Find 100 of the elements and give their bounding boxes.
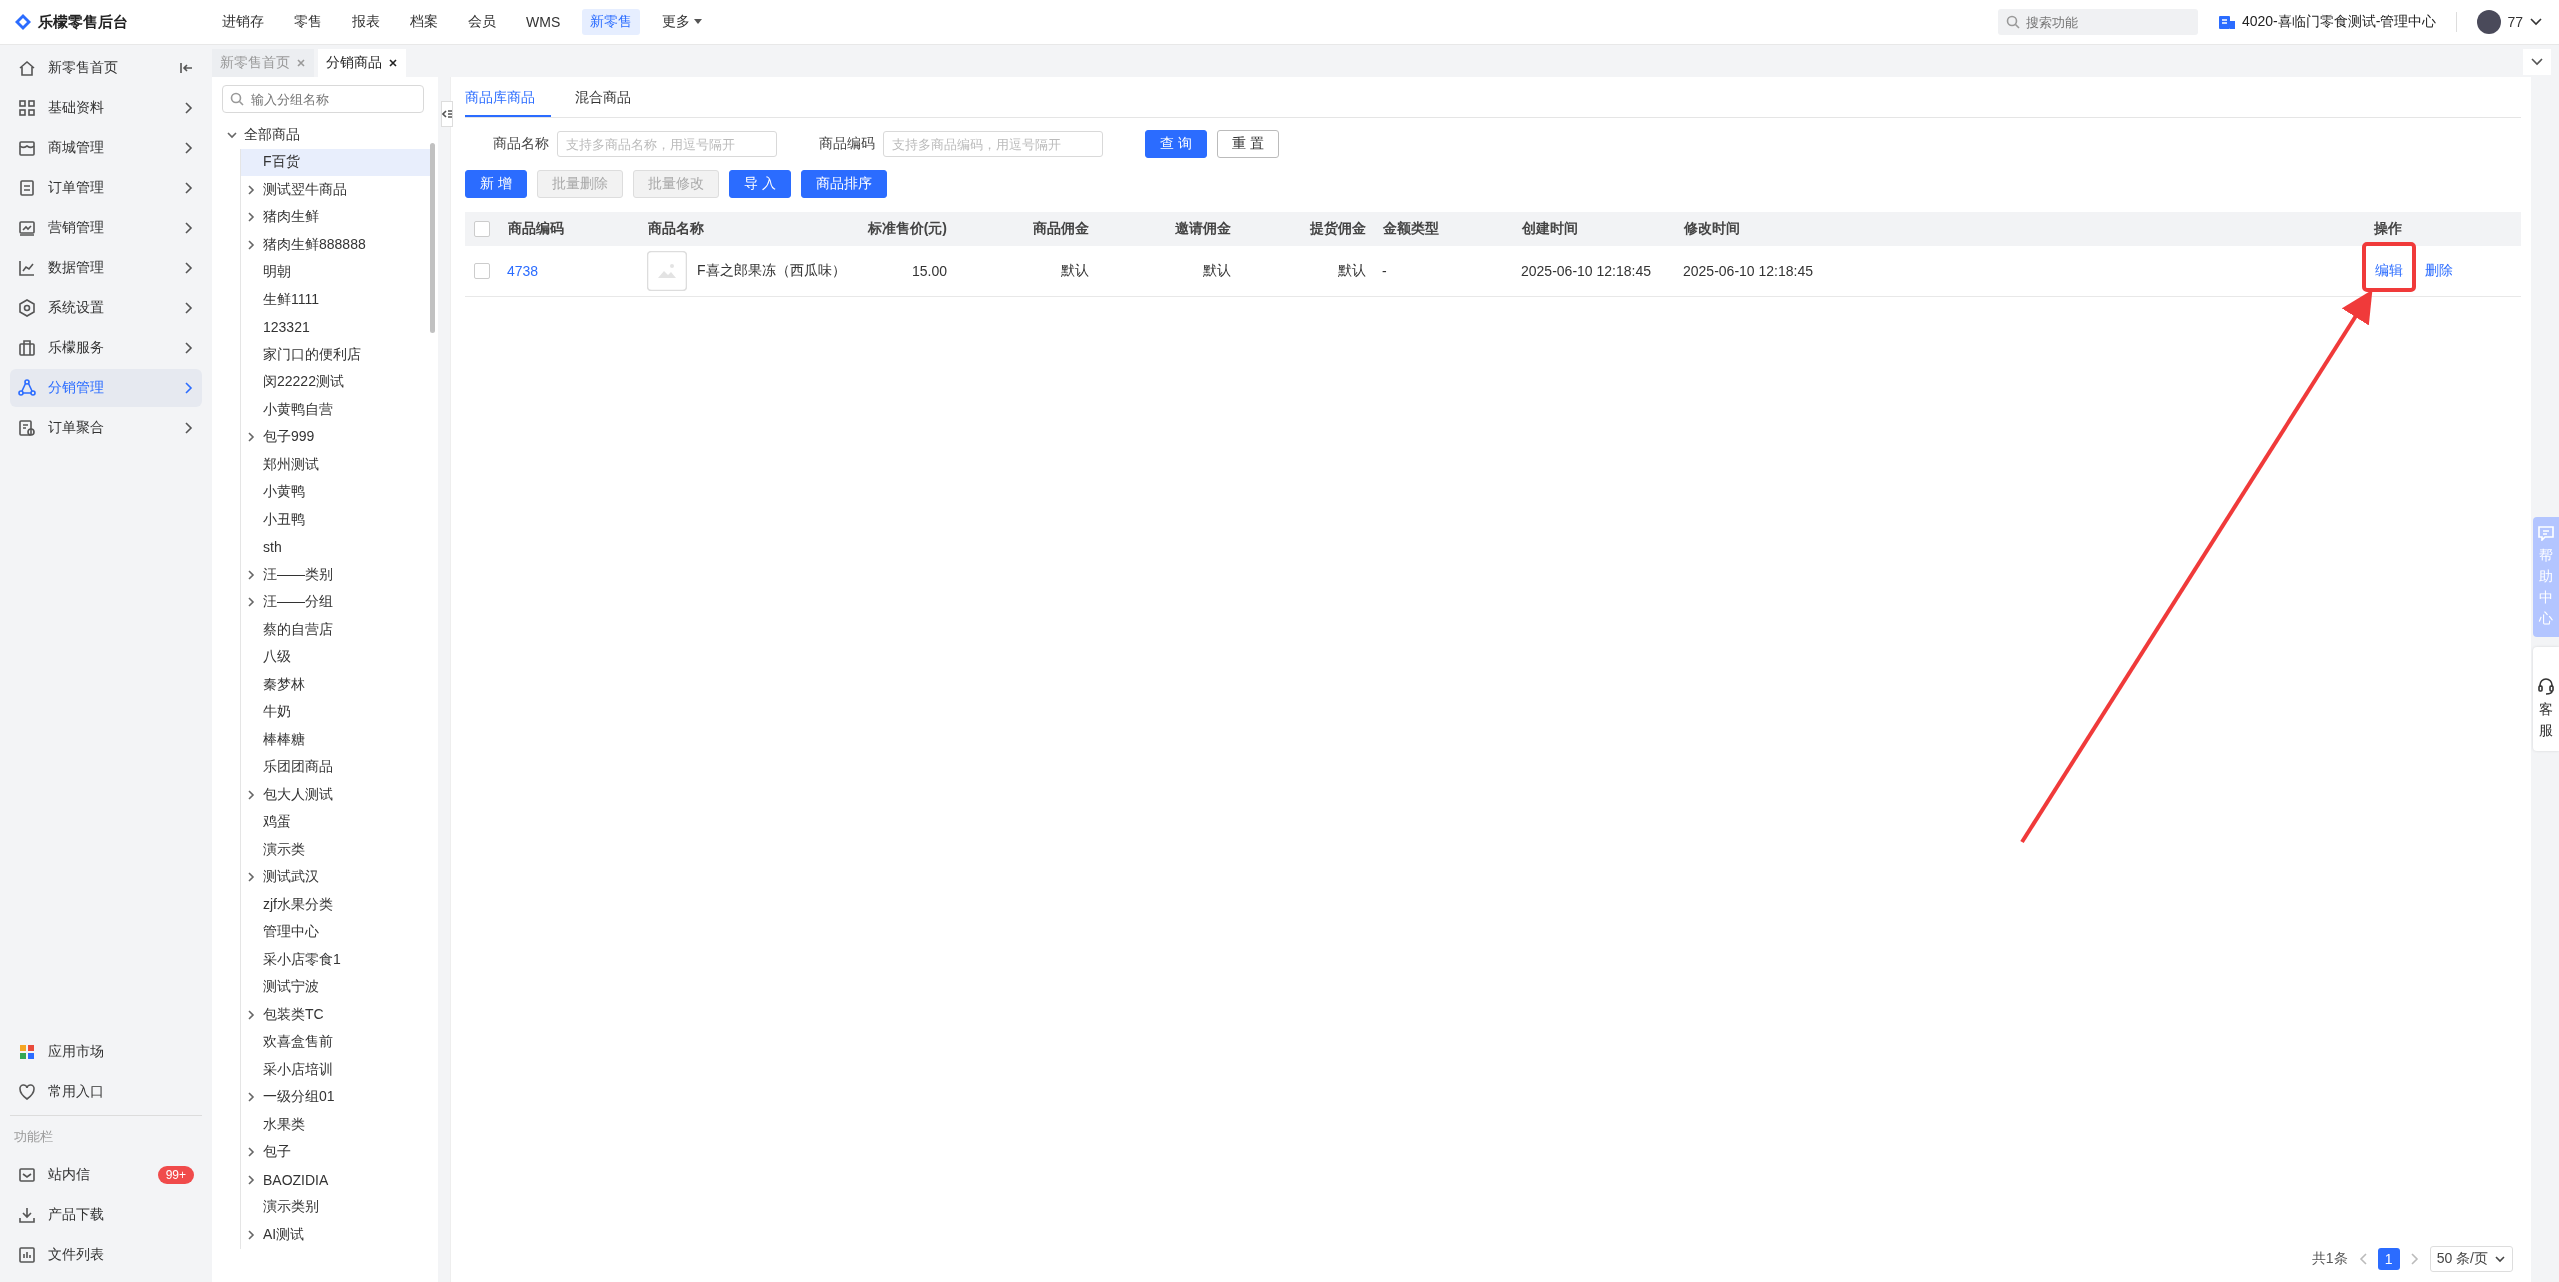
customer-service-button[interactable]: 客服 (2533, 647, 2559, 751)
tree-node[interactable]: 演示类 (240, 836, 432, 864)
nav-link[interactable]: WMS (518, 9, 569, 35)
tree-node[interactable]: 包大人测试 (240, 781, 432, 809)
scrollbar-thumb[interactable] (430, 143, 435, 333)
tab[interactable]: 商品库商品 (465, 89, 551, 117)
tree-node[interactable]: 蔡的自营店 (240, 616, 432, 644)
tree-node[interactable]: 八级 (240, 643, 432, 671)
tree-node[interactable]: 小黄鸭 (240, 478, 432, 506)
chart-icon (18, 219, 36, 237)
menu-item[interactable]: 数据管理 (10, 249, 202, 287)
amount-type-text: - (1382, 263, 1387, 279)
chevron-right-icon (182, 261, 194, 275)
toolbar-button[interactable]: 商品排序 (800, 170, 887, 198)
collapse-icon (442, 109, 452, 119)
column-header: 操作 (2374, 220, 2402, 238)
menu-item[interactable]: 订单聚合 (10, 409, 202, 447)
tree-node[interactable]: 演示类别 (240, 1193, 432, 1221)
user-name[interactable]: 77 (2507, 14, 2523, 30)
tab[interactable]: 混合商品 (575, 89, 647, 117)
nav-link[interactable]: 进销存 (214, 9, 272, 35)
menu-item[interactable]: 分销管理 (10, 369, 202, 407)
menu-item[interactable]: 乐檬服务 (10, 329, 202, 367)
menu-item[interactable]: 常用入口 (10, 1073, 202, 1111)
tree-node[interactable]: 棒棒糖 (240, 726, 432, 754)
menu-item[interactable]: 商城管理 (10, 129, 202, 167)
search-field[interactable]: 搜索功能 (1997, 9, 2198, 35)
menu-item[interactable]: 基础资料 (10, 89, 202, 127)
tree-node[interactable]: 郑州测试 (240, 451, 432, 479)
tree-node[interactable]: 欢喜盒售前 (240, 1028, 432, 1056)
checkbox[interactable] (474, 221, 490, 237)
checkbox[interactable] (474, 263, 490, 279)
tree-node[interactable]: 管理中心 (240, 918, 432, 946)
tree-node[interactable]: 包子999 (240, 423, 432, 451)
reset-button[interactable]: 重 置 (1216, 130, 1279, 158)
field-label: 商品编码 (819, 135, 875, 153)
headset-icon (2537, 677, 2555, 695)
tree-node[interactable]: 采小店培训 (240, 1056, 432, 1084)
product-code-link[interactable]: 4738 (507, 263, 539, 279)
menu-item[interactable]: 新零售首页 (10, 49, 202, 87)
tree-node[interactable]: 鸡蛋 (240, 808, 432, 836)
tree-node[interactable]: 包子 (240, 1138, 432, 1166)
tree-node[interactable]: 秦梦林 (240, 671, 432, 699)
query-button[interactable]: 查 询 (1145, 130, 1207, 158)
shop-icon (18, 139, 36, 157)
menu-item[interactable]: 站内信 99+ (10, 1156, 202, 1194)
tree-node[interactable]: 测试武汉 (240, 863, 432, 891)
menu-item[interactable]: 产品下载 (10, 1196, 202, 1234)
chevron-right-icon (182, 381, 194, 395)
store-icon (2217, 14, 2236, 30)
menu-item[interactable]: 文件列表 (10, 1236, 202, 1274)
nav-link[interactable]: 零售 (286, 9, 330, 35)
menu-item[interactable]: 系统设置 (10, 289, 202, 327)
tabs-dropdown-button[interactable] (2523, 49, 2551, 75)
tree-node[interactable]: 小丑鸭 (240, 506, 432, 534)
tree-node[interactable]: zjf水果分类 (240, 891, 432, 919)
menu-item[interactable]: 营销管理 (10, 209, 202, 247)
input-field[interactable]: 支持多商品名称，用逗号隔开 (557, 131, 777, 157)
nav-link[interactable]: 档案 (402, 9, 446, 35)
tree-node[interactable]: 汪——类别 (240, 561, 432, 589)
tree-node[interactable]: 汪——分组 (240, 588, 432, 616)
count-badge: 99+ (157, 1166, 194, 1184)
mail-icon (18, 1166, 36, 1184)
tree-node[interactable]: 测试宁波 (240, 973, 432, 1001)
tree-node[interactable]: 一级分组01 (240, 1083, 432, 1111)
tree-node[interactable]: 包装类TC (240, 1001, 432, 1029)
tree-node[interactable]: BAOZIDIA (240, 1166, 432, 1194)
collapse-button[interactable] (441, 101, 453, 127)
delete-link[interactable]: 删除 (2423, 260, 2455, 282)
toolbar-button[interactable]: 导 入 (728, 170, 791, 198)
edit-link[interactable]: 编辑 (2373, 260, 2405, 282)
page-size-select[interactable]: 50 条/页 (2429, 1246, 2513, 1272)
tree-node[interactable]: 采小店零食1 (240, 946, 432, 974)
input-field[interactable]: 支持多商品编码，用逗号隔开 (883, 131, 1103, 157)
toolbar-button[interactable]: 新 增 (465, 170, 527, 198)
total-count: 共1条 (2311, 1250, 2348, 1268)
tree-node[interactable]: 家门口的便利店 (240, 341, 432, 369)
avatar[interactable] (2477, 10, 2502, 34)
chevron-right-icon (182, 421, 194, 435)
product-name: F喜之郎果冻（西瓜味） (697, 262, 846, 280)
tree-node[interactable]: 牛奶 (240, 698, 432, 726)
tree-node[interactable]: AI测试 (240, 1221, 432, 1249)
nav-link[interactable]: 报表 (344, 9, 388, 35)
tree-node[interactable]: 水果类 (240, 1111, 432, 1139)
heart-icon (18, 1083, 36, 1101)
nav-link[interactable]: 更多 (654, 9, 711, 35)
store-name[interactable]: 4020-喜临门零食测试-管理中心 (2241, 13, 2437, 31)
tree-node[interactable]: 小黄鸭自营 (240, 396, 432, 424)
page-tab[interactable]: 分销商品 (318, 49, 406, 77)
tree-node[interactable]: 全部商品 (222, 121, 432, 149)
tree-node[interactable]: 乐团团商品 (240, 753, 432, 781)
tree-node[interactable]: 闵22222测试 (240, 368, 432, 396)
menu-item[interactable]: 应用市场 (10, 1033, 202, 1071)
menu-item[interactable]: 订单管理 (10, 169, 202, 207)
tree-node[interactable]: F百货 (240, 148, 432, 176)
search-field[interactable]: 输入分组名称 (222, 85, 424, 113)
nav-link[interactable]: 会员 (460, 9, 504, 35)
nav-link[interactable]: 新零售 (582, 9, 641, 35)
page-number[interactable]: 1 (2377, 1248, 2400, 1270)
tree-node[interactable]: sth (240, 533, 432, 561)
